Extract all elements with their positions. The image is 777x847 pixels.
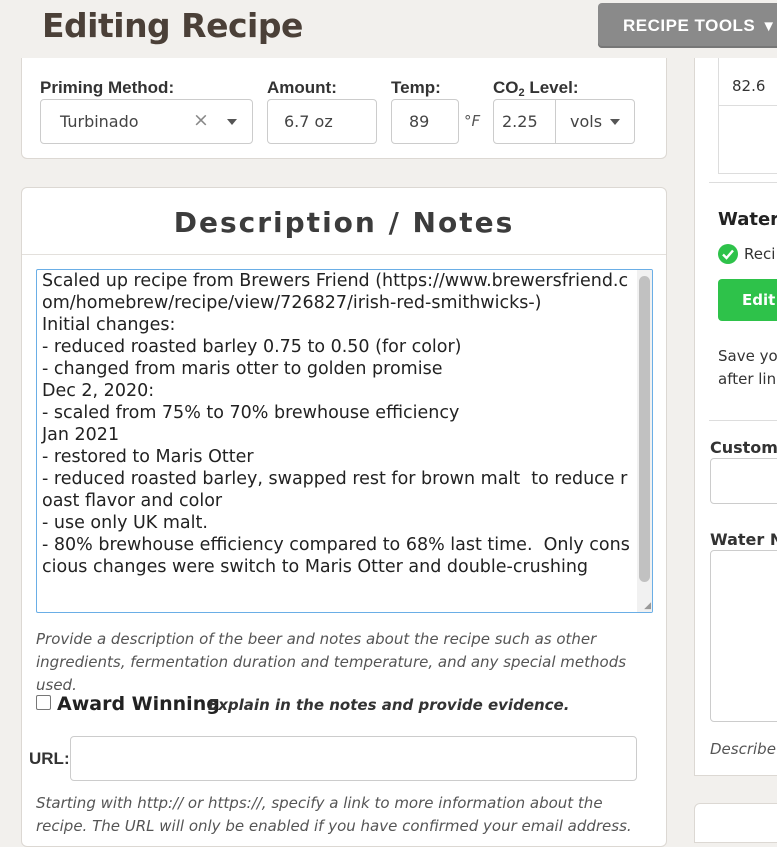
describe-text: Describe <box>710 740 776 758</box>
status-text: Reci <box>744 245 776 263</box>
temp-input[interactable]: 89 <box>391 99 459 144</box>
priming-method-label: Priming Method: <box>40 78 175 97</box>
page-title: Editing Recipe <box>42 6 303 45</box>
description-help-text: Provide a description of the beer and no… <box>36 630 627 694</box>
save-text-line2: after lin <box>718 370 777 388</box>
clear-icon[interactable]: × <box>193 109 209 131</box>
custom-label: Custom <box>710 438 777 457</box>
co2-label-suffix: Level: <box>524 78 579 97</box>
amount-value: 6.7 oz <box>284 112 333 131</box>
temp-label: Temp: <box>391 78 441 97</box>
award-winning-checkbox[interactable] <box>36 695 51 710</box>
co2-unit-value: vols <box>570 112 603 131</box>
edit-button[interactable]: Edit <box>718 279 777 321</box>
scrollbar-track[interactable] <box>637 270 652 612</box>
value-cell: 82.6 <box>732 77 766 95</box>
divider <box>22 254 666 255</box>
amount-input[interactable]: 6.7 oz <box>267 99 377 144</box>
caret-down-icon: ▼ <box>761 18 777 35</box>
url-help-text: Starting with http:// or https://, speci… <box>36 794 632 835</box>
priming-method-value: Turbinado <box>60 112 139 131</box>
right-panel-lower <box>694 803 777 843</box>
scrollbar-thumb[interactable] <box>639 276 650 582</box>
amount-label: Amount: <box>267 78 337 97</box>
chevron-down-icon <box>227 119 237 125</box>
co2-unit-select[interactable]: vols <box>555 99 635 144</box>
notes-text: Scaled up recipe from Brewers Friend (ht… <box>42 271 630 577</box>
temp-unit: °F <box>464 112 481 130</box>
url-label: URL: <box>29 749 70 768</box>
water-heading: Water <box>718 209 777 230</box>
co2-label-prefix: CO <box>493 78 519 97</box>
notes-textarea[interactable]: Scaled up recipe from Brewers Friend (ht… <box>36 269 653 613</box>
value-table <box>718 58 777 174</box>
custom-input[interactable] <box>710 458 777 504</box>
table-divider <box>719 105 777 106</box>
url-input[interactable] <box>70 736 637 781</box>
water-notes-label: Water N <box>710 530 777 549</box>
right-panel: 82.6 Water Reci Edit Save yo after lin C… <box>694 58 777 776</box>
divider <box>709 420 777 421</box>
temp-value: 89 <box>409 112 430 131</box>
check-circle-icon <box>718 244 738 264</box>
save-text-line1: Save yo <box>718 347 777 365</box>
edit-button-label: Edit <box>742 291 776 309</box>
water-notes-textarea[interactable] <box>710 550 777 722</box>
award-winning-label[interactable]: Award Winning <box>57 693 220 715</box>
co2-level-label: CO2 Level: <box>493 78 578 99</box>
recipe-tools-button[interactable]: RECIPE TOOLS ▼ <box>598 3 777 48</box>
resize-handle-icon[interactable]: ◢ <box>644 602 651 611</box>
description-title: Description / Notes <box>173 206 515 239</box>
award-note: Explain in the notes and provide evidenc… <box>208 696 570 714</box>
co2-level-value: 2.25 <box>502 112 538 131</box>
co2-level-input[interactable]: 2.25 <box>493 99 557 144</box>
divider <box>709 182 777 183</box>
priming-panel: Priming Method: Turbinado × Amount: 6.7 … <box>21 58 667 159</box>
priming-method-select[interactable]: Turbinado × <box>40 99 253 144</box>
chevron-down-icon <box>610 119 620 125</box>
recipe-tools-label: RECIPE TOOLS <box>623 16 756 35</box>
